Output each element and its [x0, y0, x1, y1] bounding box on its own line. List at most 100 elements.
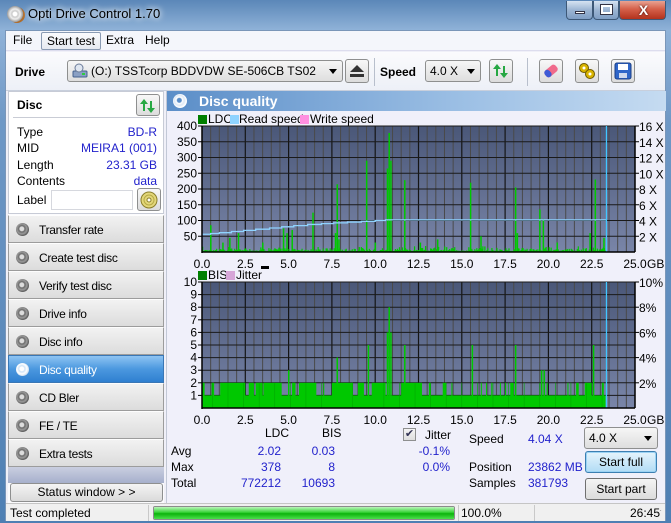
jitter-checkbox[interactable]: ✔ [403, 428, 416, 441]
bis-bar [331, 382, 353, 408]
nav-label: Extra tests [39, 447, 93, 461]
nav-cd-bler[interactable]: CD Bler [8, 383, 164, 411]
nav-spacer [8, 467, 164, 483]
bis-bar [451, 382, 453, 408]
bis-spike [404, 345, 406, 408]
close-button[interactable]: X [619, 1, 666, 20]
status-text: Test completed [10, 506, 91, 520]
menu-extra[interactable]: Extra [101, 32, 139, 50]
contents-value: data [133, 174, 157, 188]
divider [534, 505, 535, 521]
ldc-spike [262, 242, 264, 252]
nav-fe-te[interactable]: FE / TE [8, 411, 164, 439]
minimize-icon [575, 11, 585, 14]
bis-bar [546, 382, 548, 408]
nav-verify-test-disc[interactable]: Verify test disc [8, 271, 164, 299]
minimize-button[interactable] [566, 1, 593, 20]
panel-title: Disc quality [199, 93, 278, 109]
erase-button[interactable] [539, 59, 563, 83]
max-ldc: 378 [260, 460, 281, 474]
y-tick-label: 5 [190, 338, 197, 352]
x-tick-label: 10.0 [364, 413, 388, 427]
refresh-icon [493, 64, 508, 78]
x-tick-label: 5.0 [280, 257, 297, 271]
resize-grip-icon[interactable]: ⋰ [654, 509, 662, 518]
progress-text: 100.0% [461, 506, 502, 520]
nav-create-test-disc[interactable]: Create test disc [8, 243, 164, 271]
x-tick-label: 15.0 [450, 257, 474, 271]
maximize-button[interactable] [593, 1, 619, 20]
test-speed-select[interactable]: 4.0 X [584, 427, 658, 449]
test-speed-value: 4.0 X [589, 431, 618, 445]
client-area: File Start test Extra Help Drive (O:) TS… [5, 30, 666, 521]
nav-extra-tests[interactable]: Extra tests [8, 439, 164, 467]
status-window-button[interactable]: Status window > > [10, 483, 163, 502]
x-tick-label: 2.5 [237, 257, 254, 271]
bis-bar [323, 382, 325, 408]
nav-drive-info[interactable]: Drive info [8, 299, 164, 327]
start-full-button[interactable]: Start full [585, 451, 657, 473]
settings-button[interactable] [575, 59, 599, 83]
drive-select[interactable]: (O:) TSSTcorp BDDVDW SE-506CB TS02 [67, 60, 343, 82]
nav-label: Verify test disc [39, 279, 112, 293]
ldc-spike [542, 218, 545, 252]
status-bar: Test completed 100.0% 26:45 ⋰ [6, 503, 665, 521]
length-label: Length [17, 158, 54, 172]
y2-tick-label: 2 X [639, 230, 657, 244]
menu-start-test[interactable]: Start test [41, 32, 102, 50]
speed-stat-label: Speed [469, 432, 504, 446]
label-input[interactable] [51, 190, 133, 210]
x-tick-label: 12.5 [407, 413, 431, 427]
type-label: Type [17, 125, 44, 139]
bis-chart: 12345678910 0.0 2.5 5.0 7.5 10.0 12.5 15.0 17.5 2… [184, 275, 665, 427]
toolbar-separator [374, 58, 375, 86]
disc-refresh-button[interactable] [136, 94, 160, 116]
x-tick-label: 0.0 [194, 257, 211, 271]
window-title: Opti Drive Control 1.70 [28, 6, 161, 21]
bis-spike [540, 370, 543, 408]
ldc-spike [516, 233, 519, 252]
y-tick-label: 10 [184, 275, 198, 289]
x-tick-label: 7.5 [324, 413, 341, 427]
ldc-spike [374, 242, 377, 252]
save-button[interactable] [611, 59, 635, 83]
nav-label: Disc quality [39, 363, 97, 377]
title-bar: Opti Drive Control 1.70 X [0, 0, 671, 30]
y2-tick-label: 2% [639, 377, 657, 391]
nav-disc-quality[interactable]: Disc quality [8, 355, 164, 383]
bis-bar [480, 382, 482, 408]
x-tick-label: 2.5 [237, 413, 254, 427]
x-tick-label: 22.5 [580, 413, 604, 427]
bis-bar [584, 382, 592, 408]
menu-bar: File Start test Extra Help [6, 31, 665, 51]
disc-label-button[interactable] [137, 188, 161, 211]
speed-select[interactable]: 4.0 X [425, 60, 481, 82]
nav-disc-info[interactable]: Disc info [8, 327, 164, 355]
start-part-button[interactable]: Start part [585, 478, 657, 500]
ldc-spike [556, 242, 558, 252]
x-tick-label: 22.5 [580, 257, 604, 271]
ldc-spike [286, 233, 288, 252]
max-label: Max [171, 460, 194, 474]
menu-file[interactable]: File [8, 32, 37, 50]
bis-bar [263, 382, 282, 408]
bis-bar [499, 382, 501, 408]
ldc-spike [336, 184, 338, 252]
y-tick-label: 400 [177, 119, 197, 133]
progress-bar [153, 506, 455, 520]
bis-bar [211, 382, 215, 408]
eject-button[interactable] [345, 59, 369, 83]
ldc-spike [312, 212, 314, 252]
y-tick-label: 50 [184, 229, 198, 243]
y-tick-label: 4 [190, 351, 197, 365]
nav-label: FE / TE [39, 419, 78, 433]
nav-transfer-rate[interactable]: Transfer rate [8, 215, 164, 243]
menu-help[interactable]: Help [140, 32, 175, 50]
refresh-button[interactable] [489, 59, 513, 83]
ldc-spike [365, 160, 368, 252]
avg-bis: 0.03 [311, 444, 335, 458]
bis-bar [491, 382, 493, 408]
drive-label: Drive [15, 65, 46, 79]
panel-header: Disc quality [167, 91, 666, 111]
y2-tick-label: 6% [639, 326, 657, 340]
